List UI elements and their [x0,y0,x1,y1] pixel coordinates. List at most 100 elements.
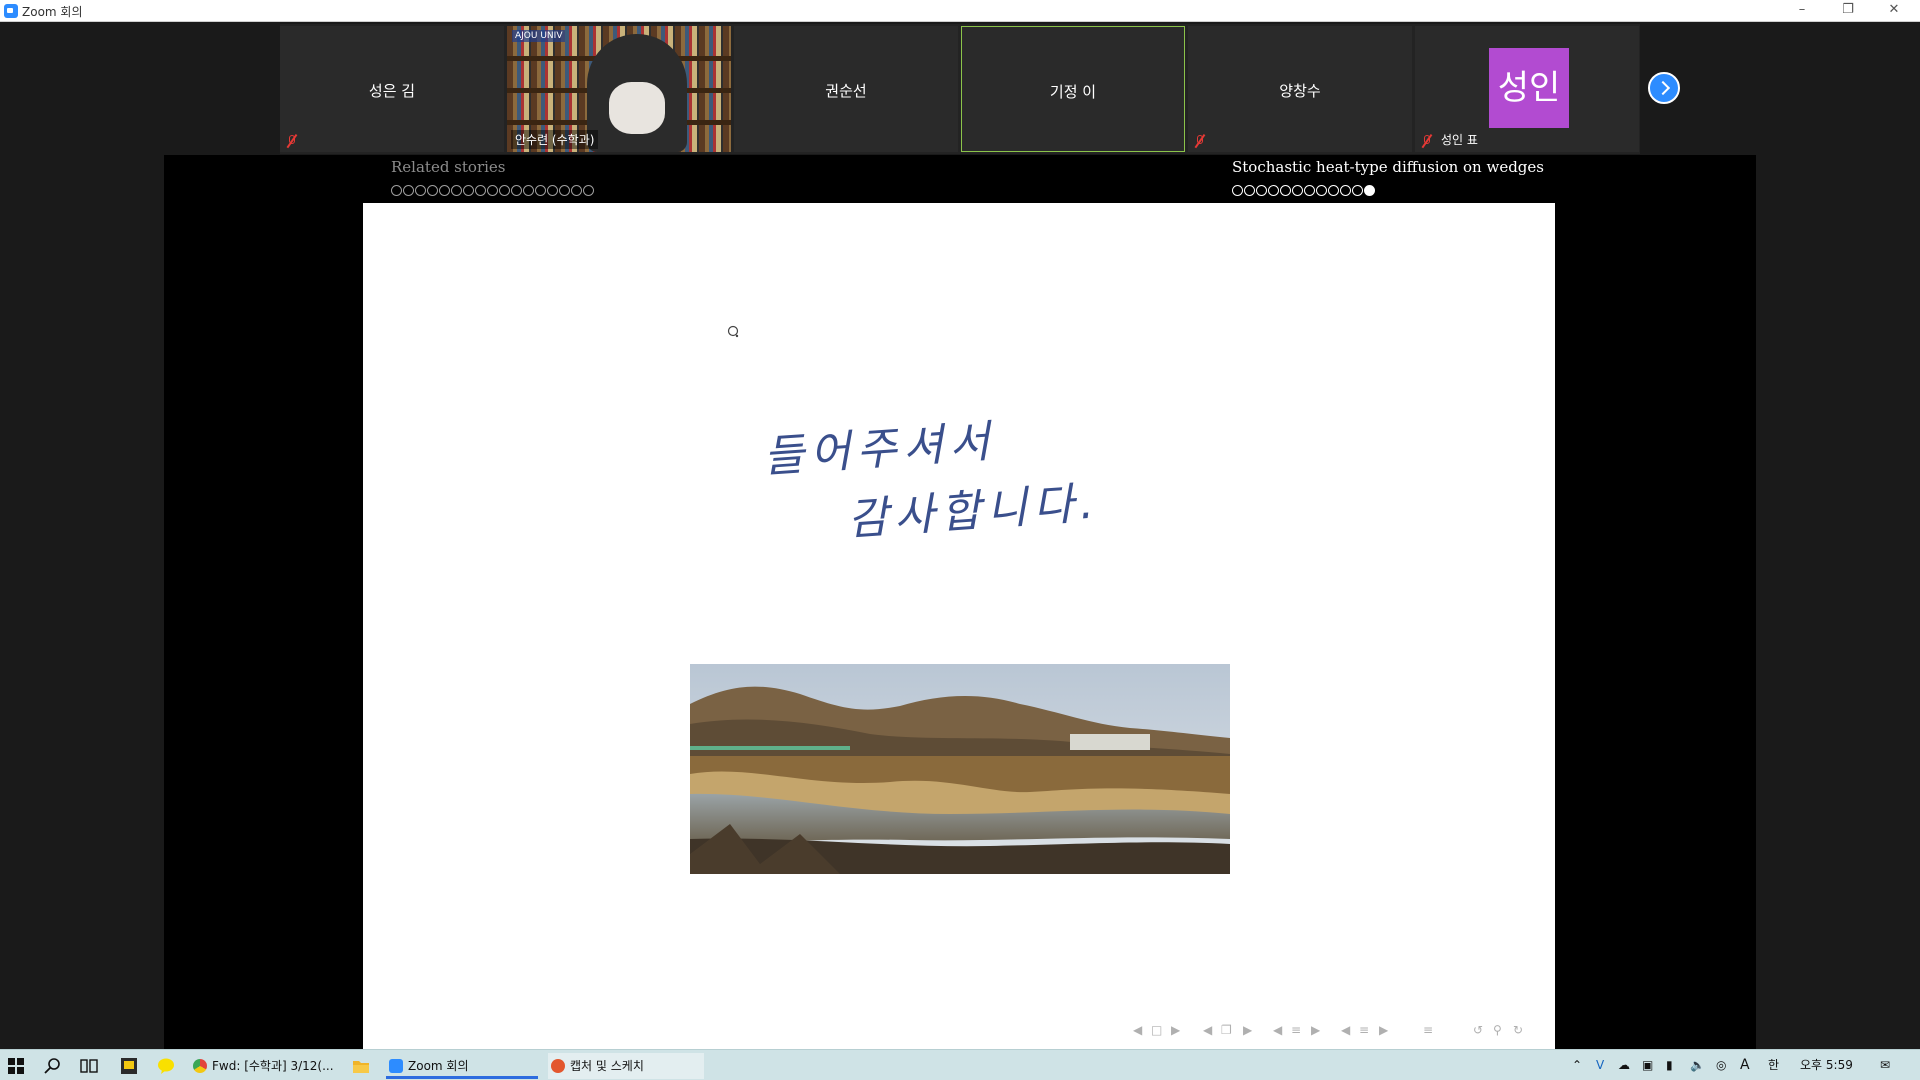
shared-screen: Related stories Stochastic heat-type dif… [164,155,1756,1049]
participant-name: 안수련 (수학과) [511,130,599,149]
frame-dot[interactable] [463,185,474,196]
restore-button[interactable]: ❐ [1826,0,1870,22]
frame-dot[interactable] [391,185,402,196]
nav-next-frame-icon[interactable]: ▶ [1171,1022,1180,1038]
toc-icon[interactable]: ≡ [1423,1022,1433,1038]
frame-dot[interactable] [439,185,450,196]
frame-dot[interactable] [1328,185,1339,196]
nav-prev-section-icon[interactable]: ◀ [1341,1022,1350,1038]
participant-tile[interactable]: 양창수 [1188,26,1412,152]
hand-cursor-icon [727,325,739,338]
frame-dot[interactable] [1232,185,1243,196]
file-explorer-icon[interactable] [352,1057,370,1075]
frame-dot[interactable] [1280,185,1291,196]
beamer-navigation-symbols: ◀ □ ▶ ◀ ❐ ▶ ◀ ≡ ▶ ◀ ≡ ▶ ≡ ↺ ⚲ ↻ [1133,1022,1543,1038]
frame-dot[interactable] [1292,185,1303,196]
frame-dot[interactable] [1352,185,1363,196]
frame-dot[interactable] [475,185,486,196]
onedrive-cloud-icon[interactable]: ☁ [1618,1050,1630,1080]
taskbar-zoom-item[interactable]: Zoom 회의 [386,1053,538,1079]
frame-dot[interactable] [1244,185,1255,196]
font-indicator[interactable]: A [1740,1050,1750,1080]
undo-icon[interactable]: ↺ [1473,1022,1483,1038]
frame-dot[interactable] [451,185,462,196]
participant-tile-video[interactable]: AJOU UNIV 안수련 (수학과) [507,26,731,152]
frame-dot[interactable] [1304,185,1315,196]
frame-dot[interactable] [571,185,582,196]
kakaotalk-icon[interactable] [157,1057,175,1075]
participant-tile[interactable]: 권순선 [734,26,958,152]
section-nav-current[interactable]: Stochastic heat-type diffusion on wedges [1232,158,1544,196]
windows-start-icon[interactable] [8,1058,24,1074]
subsection-icon[interactable]: ≡ [1291,1022,1301,1038]
window-titlebar: Zoom 회의 – ❐ ✕ [0,0,1920,22]
taskbar-chrome-item[interactable]: Fwd: [수학과] 3/12(... [190,1053,340,1079]
taskbar-snip-sketch-item[interactable]: 캡처 및 스케치 [548,1053,704,1079]
ime-indicator[interactable]: 한 [1768,1050,1779,1080]
frame-dot[interactable] [523,185,534,196]
frame-dot[interactable] [547,185,558,196]
frame-dot[interactable] [1340,185,1351,196]
frame-dot[interactable] [403,185,414,196]
mic-muted-icon [1421,134,1433,148]
frame-dot[interactable] [1316,185,1327,196]
nav-prev-slide-icon[interactable]: ◀ [1203,1022,1212,1038]
frame-dot[interactable] [487,185,498,196]
handwriting-line: 들어주셔서 [761,415,998,484]
participant-avatar: 성인 [1489,48,1569,128]
security-icon[interactable]: ▣ [1642,1050,1653,1080]
taskbar-item-label: Zoom 회의 [408,1059,469,1073]
frame-dot[interactable] [1256,185,1267,196]
sticky-notes-icon[interactable] [120,1057,138,1075]
close-button[interactable]: ✕ [1872,0,1916,22]
participant-name: 기정 이 [1049,83,1097,101]
frame-dot[interactable] [1268,185,1279,196]
notification-center-icon[interactable]: ✉ [1880,1050,1890,1080]
wifi-icon[interactable]: ◎ [1716,1050,1726,1080]
frame-dot[interactable] [499,185,510,196]
search-icon[interactable]: ⚲ [1493,1022,1502,1038]
show-hidden-icons-chevron-icon[interactable]: ⌃ [1572,1050,1582,1080]
search-icon[interactable] [44,1057,62,1075]
taskbar-item-label: Fwd: [수학과] 3/12(... [212,1059,334,1073]
slide-content: 들어주셔서 감사합니다. ◀ □ ▶ ◀ ❐ ▶ ◀ ≡ ▶ ◀ ≡ ▶ ≡ ↺… [363,203,1555,1049]
university-logo: AJOU UNIV [512,30,566,42]
frame-icon[interactable]: □ [1151,1022,1162,1038]
frame-dot[interactable] [415,185,426,196]
task-view-icon[interactable] [80,1057,98,1075]
section-title[interactable]: Related stories [391,158,595,176]
bluetooth-icon[interactable]: ᐯ [1596,1050,1604,1080]
participant-name: 성인 표 [1441,133,1478,147]
frame-dot[interactable] [427,185,438,196]
minimize-button[interactable]: – [1780,0,1824,22]
section-title[interactable]: Stochastic heat-type diffusion on wedges [1232,158,1544,176]
frame-dot[interactable] [1364,185,1375,196]
mic-muted-icon [1194,134,1206,148]
nav-next-section-icon[interactable]: ▶ [1379,1022,1388,1038]
slide-icon[interactable]: ❐ [1221,1022,1232,1038]
frame-dot[interactable] [511,185,522,196]
participant-tile[interactable]: 성은 김 [280,26,504,152]
frame-dot[interactable] [559,185,570,196]
mic-muted-icon [286,134,298,148]
nav-next-subsection-icon[interactable]: ▶ [1311,1022,1320,1038]
section-icon[interactable]: ≡ [1359,1022,1369,1038]
volume-icon[interactable]: 🔈 [1690,1050,1705,1080]
next-page-chevron-icon[interactable] [1648,72,1680,104]
section-nav-related-stories[interactable]: Related stories [391,158,595,196]
redo-icon[interactable]: ↻ [1513,1022,1523,1038]
handwriting-line: 감사합니다. [845,477,1102,546]
frame-dot[interactable] [583,185,594,196]
handwritten-thanks: 들어주셔서 감사합니다. [762,413,1123,546]
frame-dot[interactable] [535,185,546,196]
participant-tile[interactable]: 성인 성인 표 [1415,26,1639,152]
battery-icon[interactable]: ▮ [1666,1050,1673,1080]
window-title: Zoom 회의 [22,5,83,19]
nav-prev-subsection-icon[interactable]: ◀ [1273,1022,1282,1038]
participant-tile-active-speaker[interactable]: 기정 이 [961,26,1185,152]
section-frame-dots [1232,180,1544,196]
zoom-icon [389,1059,403,1073]
system-clock[interactable]: 오후 5:59 [1800,1050,1853,1080]
nav-next-slide-icon[interactable]: ▶ [1243,1022,1252,1038]
nav-prev-frame-icon[interactable]: ◀ [1133,1022,1142,1038]
